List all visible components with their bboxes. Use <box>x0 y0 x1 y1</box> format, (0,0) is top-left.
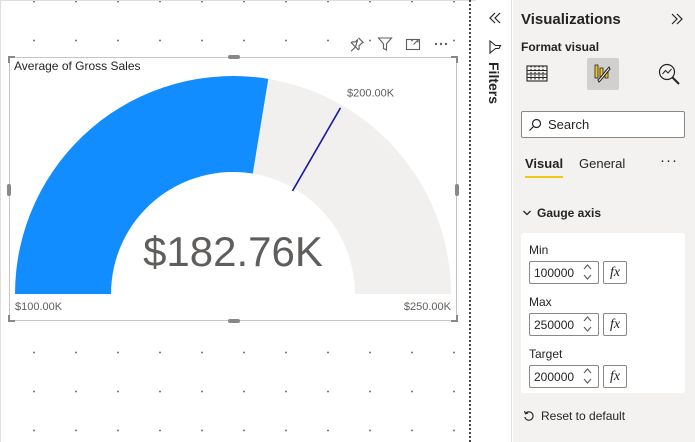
reset-icon <box>523 410 534 421</box>
target-decrement-icon[interactable] <box>580 377 594 386</box>
visual-header <box>348 34 450 54</box>
max-input[interactable] <box>530 317 580 332</box>
reset-label: Reset to default <box>541 409 626 423</box>
search-icon <box>529 118 542 131</box>
pin-icon[interactable] <box>348 35 366 53</box>
filters-label[interactable]: Filters <box>486 62 502 104</box>
min-fx-button[interactable]: fx <box>603 261 627 284</box>
table-grid-icon <box>526 65 548 82</box>
section-gauge-axis-label: Gauge axis <box>537 206 602 220</box>
min-input[interactable] <box>530 265 580 280</box>
gauge-target-label: $200.00K <box>347 88 395 100</box>
tab-general[interactable]: General <box>579 156 625 176</box>
chevron-down-icon <box>523 210 531 216</box>
paintbrush-icon <box>594 64 611 83</box>
focus-mode-icon[interactable] <box>404 35 422 53</box>
search-input[interactable] <box>548 117 678 132</box>
gauge-chart: $200.00K $182.76K $100.00K $250.00K <box>15 76 452 313</box>
pane-subtitle: Format visual <box>521 40 600 54</box>
gauge-max-label: $250.00K <box>404 301 452 313</box>
min-increment-icon[interactable] <box>580 263 594 272</box>
max-increment-icon[interactable] <box>580 315 594 324</box>
more-options-icon[interactable] <box>432 35 450 53</box>
canvas-boundary <box>469 0 471 442</box>
format-visual-button[interactable] <box>587 58 619 90</box>
build-visual-button[interactable] <box>521 58 553 90</box>
target-input[interactable] <box>530 369 580 384</box>
reset-to-default-button[interactable]: Reset to default <box>523 409 625 423</box>
max-fx-button[interactable]: fx <box>603 313 627 336</box>
collapse-filters-icon[interactable] <box>487 10 503 26</box>
filters-pane-collapsed: Filters <box>478 0 512 442</box>
target-increment-icon[interactable] <box>580 367 594 376</box>
tab-visual[interactable]: Visual <box>525 156 564 178</box>
gauge-value-label: $182.76K <box>143 228 323 275</box>
gauge-axis-card: Min fx Max fx Target fx <box>521 233 685 393</box>
target-fx-button[interactable]: fx <box>603 365 627 388</box>
visualizations-pane: Visualizations Format visual Search Visu… <box>513 0 695 442</box>
gauge-visual[interactable]: Average of Gross Sales $200.00K $182.76K… <box>7 55 459 323</box>
max-stepper[interactable] <box>529 313 599 336</box>
more-options-icon[interactable]: ··· <box>660 152 678 169</box>
min-label: Min <box>529 243 549 257</box>
expand-pane-icon[interactable] <box>669 11 685 27</box>
max-label: Max <box>529 295 552 309</box>
filter-icon[interactable] <box>376 35 394 53</box>
search-box[interactable] <box>521 111 685 138</box>
gauge-min-label: $100.00K <box>15 301 63 313</box>
min-stepper[interactable] <box>529 261 599 284</box>
pane-title: Visualizations <box>521 11 621 28</box>
section-gauge-axis[interactable]: Gauge axis <box>522 206 601 220</box>
target-stepper[interactable] <box>529 365 599 388</box>
filter-funnel-icon <box>488 39 502 55</box>
min-decrement-icon[interactable] <box>580 273 594 282</box>
target-label: Target <box>529 347 563 361</box>
max-decrement-icon[interactable] <box>580 325 594 334</box>
analytics-magnifier-icon <box>658 63 680 85</box>
analytics-button[interactable] <box>653 58 685 90</box>
